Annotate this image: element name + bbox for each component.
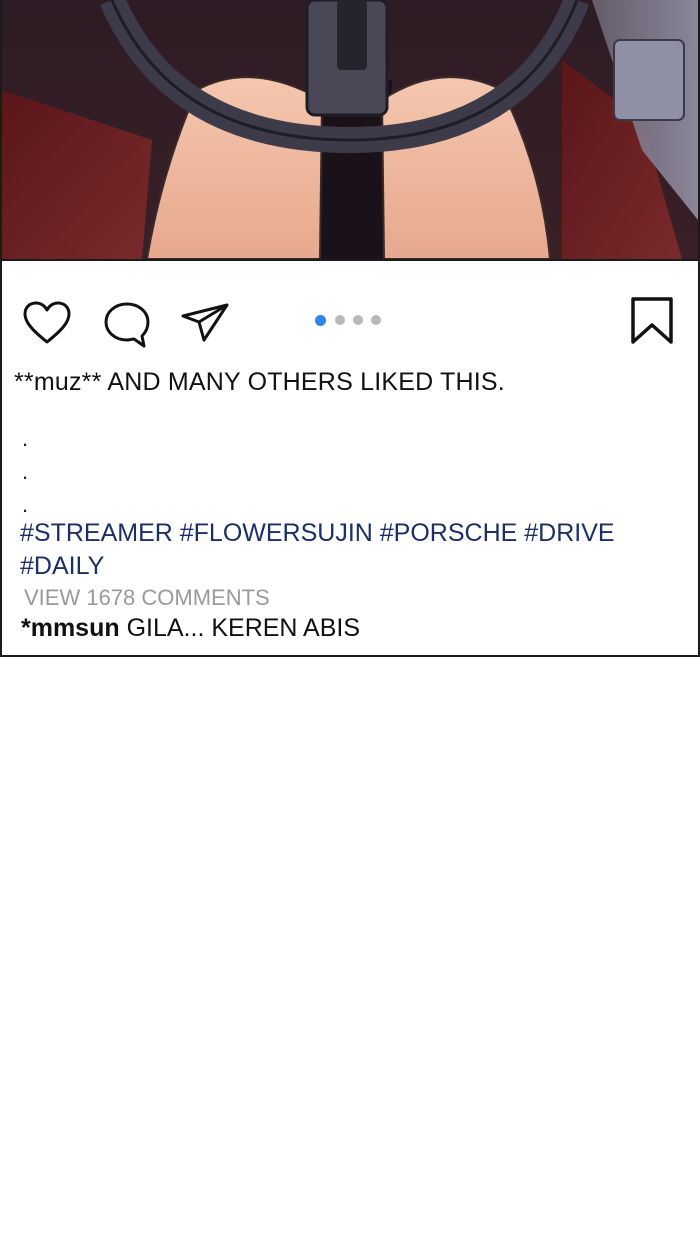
comment-bubble-icon[interactable]: [102, 300, 152, 350]
heart-icon[interactable]: [22, 300, 72, 346]
instagram-post: **muz** AND MANY OTHERS LIKED THIS. . . …: [0, 0, 700, 657]
carousel-dot: [353, 315, 363, 325]
comment: *mmsun GILA... KEREN ABIS: [21, 614, 360, 643]
likes-line: **muz** AND MANY OTHERS LIKED THIS.: [14, 368, 505, 397]
carousel-dot: [335, 315, 345, 325]
likes-user[interactable]: **muz**: [14, 368, 102, 396]
bookmark-icon[interactable]: [630, 296, 674, 346]
hashtags[interactable]: #STREAMER #FLOWERSUJIN #PORSCHE #DRIVE #…: [20, 517, 660, 583]
caption-dot: .: [22, 426, 29, 451]
caption-dot: .: [22, 459, 29, 484]
comment-text: GILA... KEREN ABIS: [119, 614, 361, 642]
caption-dot: .: [22, 492, 29, 517]
comment-user[interactable]: *mmsun: [21, 614, 120, 642]
carousel-dot: [371, 315, 381, 325]
post-photo[interactable]: [2, 0, 698, 261]
view-comments-link[interactable]: VIEW 1678 COMMENTS: [24, 585, 270, 611]
paper-plane-icon[interactable]: [180, 302, 230, 344]
photo-illustration: [2, 0, 698, 259]
carousel-dot: [315, 315, 326, 326]
likes-text: AND MANY OTHERS LIKED THIS.: [101, 368, 505, 396]
